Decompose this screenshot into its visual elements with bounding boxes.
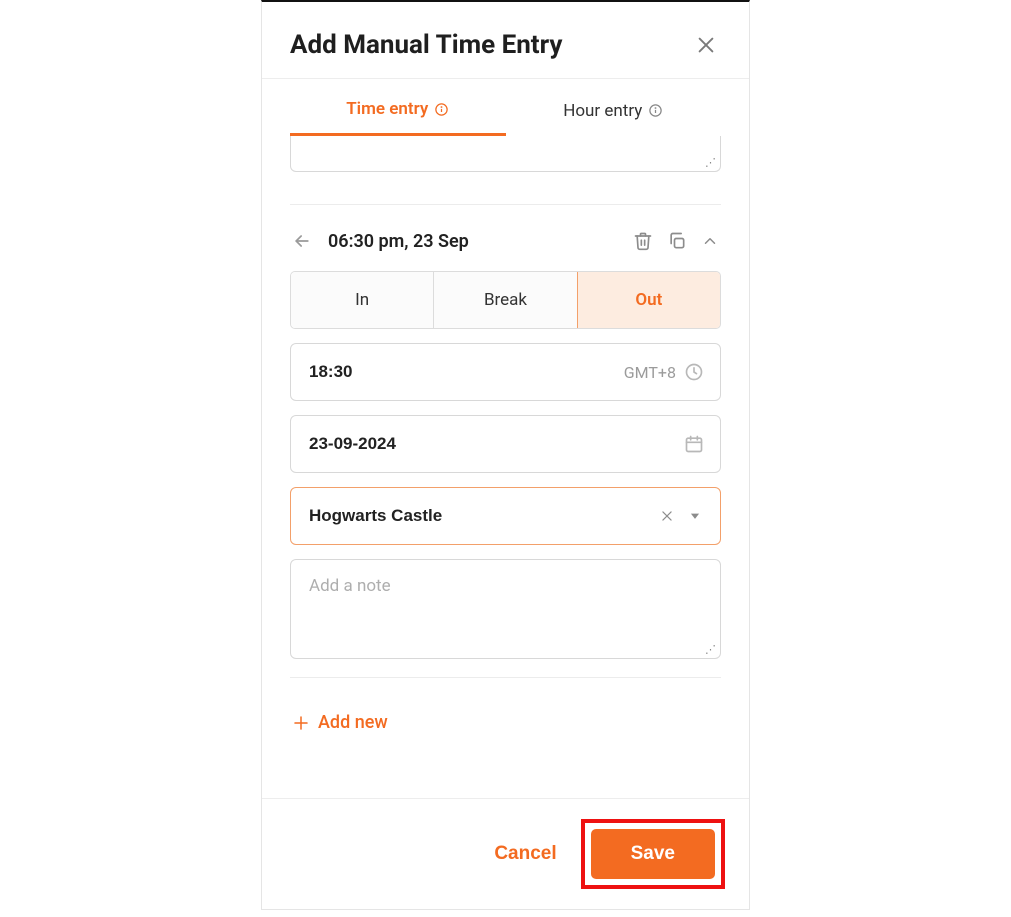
close-icon (695, 34, 717, 56)
location-input[interactable] (307, 505, 648, 527)
cancel-button[interactable]: Cancel (488, 833, 562, 875)
tab-hour-entry[interactable]: Hour entry (506, 79, 722, 136)
close-icon (660, 509, 674, 523)
location-field[interactable] (290, 487, 721, 545)
back-arrow-icon[interactable] (290, 229, 314, 253)
modal-header: Add Manual Time Entry (262, 2, 749, 79)
collapse-button[interactable] (699, 230, 721, 252)
add-new-button[interactable]: Add new (290, 698, 721, 755)
info-icon (434, 102, 449, 117)
resize-handle-icon: ⋰ (705, 156, 716, 169)
clear-location-button[interactable] (658, 507, 676, 525)
segment-out[interactable]: Out (577, 271, 721, 329)
modal-footer: Cancel Save (262, 798, 749, 909)
entry-mode-tabs: Time entry Hour entry (262, 79, 749, 136)
tab-hour-entry-label: Hour entry (563, 101, 642, 121)
entry-summary-row: 06:30 pm, 23 Sep (290, 223, 721, 271)
time-input[interactable] (307, 361, 614, 383)
clock-type-segmented: In Break Out (290, 271, 721, 329)
time-field[interactable]: GMT+8 (290, 343, 721, 401)
collapsed-textarea[interactable]: ⋰ (290, 136, 721, 172)
segment-in[interactable]: In (291, 272, 434, 328)
duplicate-button[interactable] (665, 229, 689, 253)
entry-summary-text: 06:30 pm, 23 Sep (328, 231, 469, 252)
clock-icon (684, 362, 704, 382)
chevron-up-icon (701, 232, 719, 250)
add-manual-time-entry-modal: Add Manual Time Entry Time entry Hour en… (261, 0, 750, 910)
segment-break[interactable]: Break (434, 272, 577, 328)
trash-icon (633, 231, 653, 251)
location-dropdown-toggle[interactable] (686, 507, 704, 525)
calendar-icon (684, 434, 704, 454)
resize-handle-icon: ⋰ (705, 643, 716, 656)
tab-time-entry[interactable]: Time entry (290, 79, 506, 136)
date-field[interactable] (290, 415, 721, 473)
copy-icon (667, 231, 687, 251)
note-textarea[interactable] (307, 574, 704, 644)
timezone-label: GMT+8 (624, 363, 676, 382)
divider (290, 677, 721, 678)
plus-icon (292, 714, 310, 732)
tab-time-entry-label: Time entry (346, 99, 428, 119)
caret-down-icon (688, 509, 702, 523)
save-highlight-box: Save (581, 819, 725, 889)
modal-title: Add Manual Time Entry (290, 30, 562, 60)
delete-button[interactable] (631, 229, 655, 253)
divider (290, 204, 721, 205)
date-input[interactable] (307, 433, 674, 455)
close-button[interactable] (691, 30, 721, 60)
save-button[interactable]: Save (591, 829, 715, 879)
add-new-label: Add new (318, 712, 388, 733)
info-icon (648, 103, 663, 118)
note-field[interactable]: ⋰ (290, 559, 721, 659)
